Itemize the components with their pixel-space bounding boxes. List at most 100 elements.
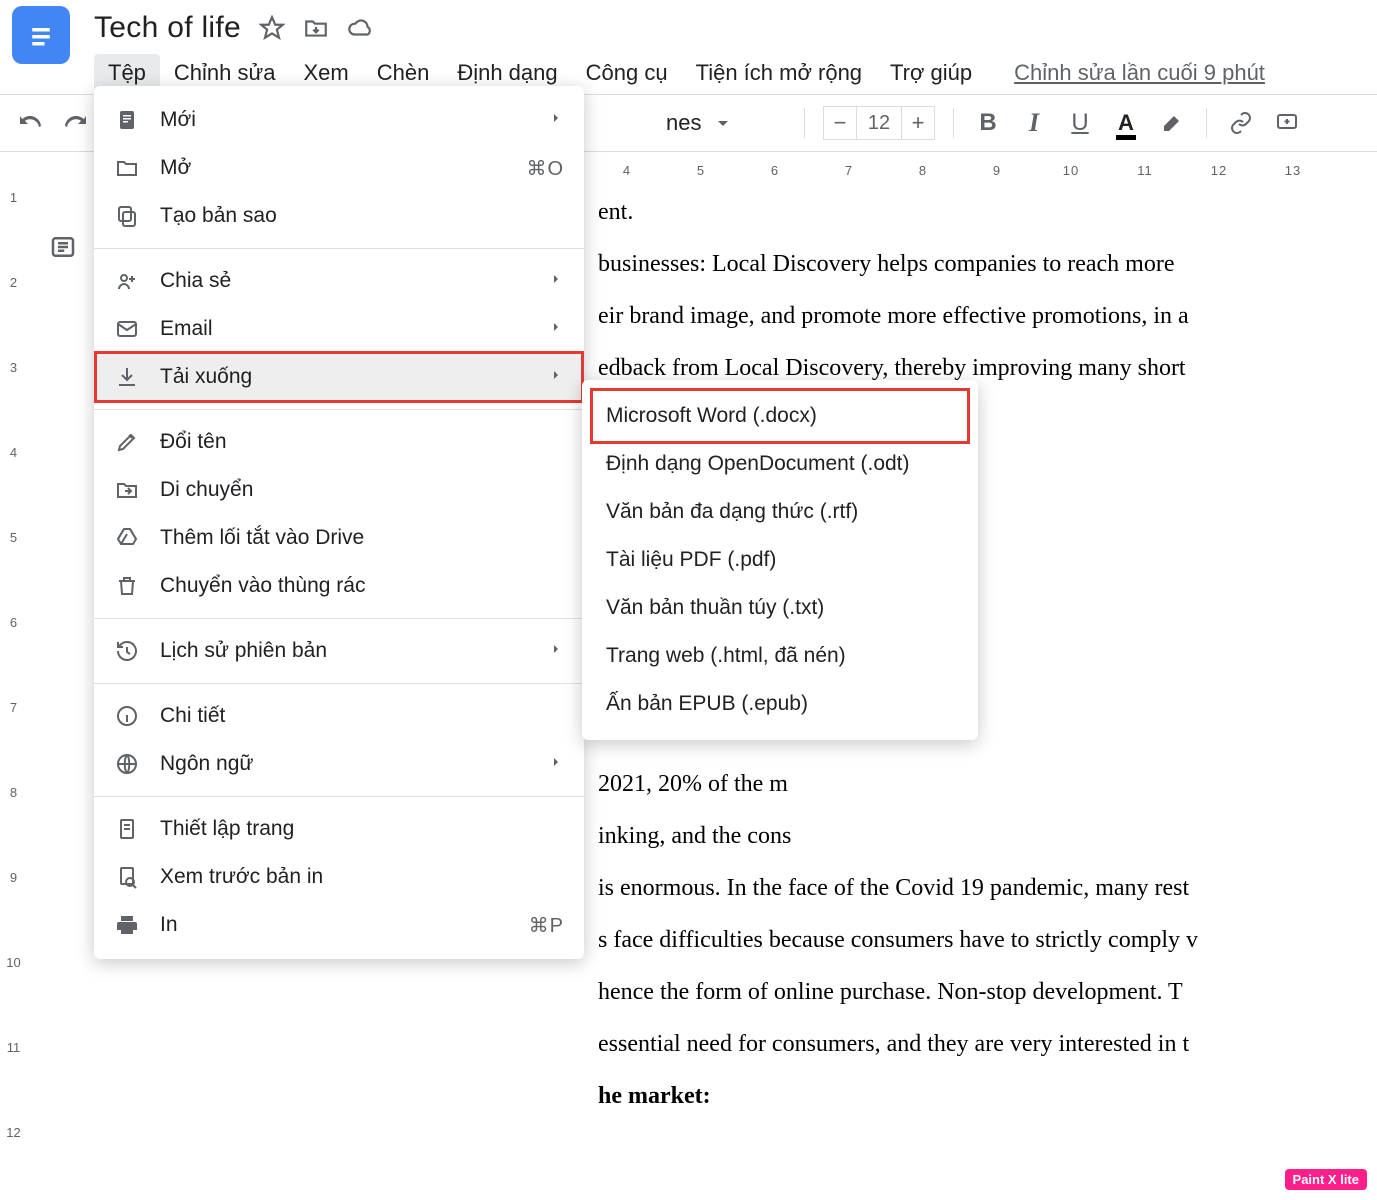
file-menu-chi-ti-t[interactable]: Chi tiết	[94, 692, 584, 740]
globe-icon	[114, 752, 140, 776]
dropdown-caret-icon	[711, 111, 735, 135]
download-option-microsoft-word-docx-[interactable]: Microsoft Word (.docx)	[582, 392, 978, 440]
move-to-folder-icon[interactable]	[303, 15, 329, 41]
rename-icon	[114, 430, 140, 454]
docs-logo[interactable]	[12, 6, 70, 64]
file-menu-in[interactable]: In⌘P	[94, 901, 584, 949]
separator	[804, 108, 805, 138]
submenu-arrow-icon	[548, 639, 564, 663]
shortcut-label: ⌘P	[529, 913, 564, 938]
download-option--n-b-n-epub-epub-[interactable]: Ấn bản EPUB (.epub)	[582, 680, 978, 728]
menu-item-label: Đổi tên	[160, 430, 564, 454]
underline-button[interactable]: U	[1064, 107, 1096, 139]
menu-item-label: Tạo bản sao	[160, 204, 564, 228]
cloud-status-icon[interactable]	[347, 15, 373, 41]
font-family-select[interactable]: nes	[666, 110, 786, 136]
star-icon[interactable]	[259, 15, 285, 41]
mail-icon	[114, 317, 140, 341]
redo-button[interactable]	[60, 107, 92, 139]
bold-button[interactable]: B	[972, 107, 1004, 139]
file-menu--i-t-n[interactable]: Đổi tên	[94, 418, 584, 466]
menu-item-label: Di chuyển	[160, 478, 564, 502]
document-outline-button[interactable]	[48, 232, 58, 265]
file-menu-thi-t-l-p-trang[interactable]: Thiết lập trang	[94, 805, 584, 853]
insert-comment-button[interactable]	[1271, 107, 1303, 139]
preview-icon	[114, 865, 140, 889]
download-icon	[114, 365, 140, 389]
download-option-v-n-b-n-a-d-ng-th-c-rtf-[interactable]: Văn bản đa dạng thức (.rtf)	[582, 488, 978, 536]
separator	[1206, 108, 1207, 138]
menu-divider	[94, 683, 584, 684]
submenu-item-label: Văn bản thuần túy (.txt)	[606, 596, 824, 620]
menu-item-label: Chuyển vào thùng rác	[160, 574, 564, 598]
menu-item-label: Chi tiết	[160, 704, 564, 728]
download-option-t-i-li-u-pdf-pdf-[interactable]: Tài liệu PDF (.pdf)	[582, 536, 978, 584]
undo-button[interactable]	[14, 107, 46, 139]
menu-công-cụ[interactable]: Công cụ	[572, 54, 682, 92]
info-icon	[114, 704, 140, 728]
download-option-trang-web-html-n-n-[interactable]: Trang web (.html, đã nén)	[582, 632, 978, 680]
print-icon	[114, 913, 140, 937]
highlight-button[interactable]	[1156, 107, 1188, 139]
doc-title[interactable]: Tech of life	[94, 11, 241, 45]
submenu-item-label: Định dạng OpenDocument (.odt)	[606, 452, 910, 476]
submenu-item-label: Tài liệu PDF (.pdf)	[606, 548, 776, 572]
file-menu-t-i-xu-ng[interactable]: Tải xuống	[94, 353, 584, 401]
watermark-badge: Paint X lite	[1285, 1169, 1367, 1190]
submenu-arrow-icon	[548, 752, 564, 776]
file-menu-chuy-n-v-o-th-ng-r-c[interactable]: Chuyển vào thùng rác	[94, 562, 584, 610]
share-icon	[114, 269, 140, 293]
menu-item-label: Lịch sử phiên bản	[160, 639, 528, 663]
file-menu-l-ch-s-phi-n-b-n[interactable]: Lịch sử phiên bản	[94, 627, 584, 675]
font-size-decrease[interactable]: −	[823, 106, 857, 140]
font-size-stepper[interactable]: − 12 +	[823, 106, 935, 140]
file-menu: Mới Mở ⌘O Tạo bản sao Chia sẻ Email Tải xuống Đ…	[94, 86, 584, 959]
file-menu-m-i[interactable]: Mới	[94, 96, 584, 144]
text-color-button[interactable]: A	[1110, 107, 1142, 139]
menu-item-label: Email	[160, 317, 528, 341]
menu-item-label: Thiết lập trang	[160, 817, 564, 841]
trash-icon	[114, 574, 140, 598]
file-menu-email[interactable]: Email	[94, 305, 584, 353]
menu-item-label: Xem trước bản in	[160, 865, 564, 889]
font-size-increase[interactable]: +	[901, 106, 935, 140]
file-menu-di-chuy-n[interactable]: Di chuyển	[94, 466, 584, 514]
move-icon	[114, 478, 140, 502]
menu-item-label: Tải xuống	[160, 365, 528, 389]
font-size-value[interactable]: 12	[857, 106, 901, 140]
submenu-item-label: Trang web (.html, đã nén)	[606, 644, 846, 668]
file-menu-t-o-b-n-sao[interactable]: Tạo bản sao	[94, 192, 584, 240]
shortcut-label: ⌘O	[526, 156, 564, 181]
page-icon	[114, 817, 140, 841]
submenu-arrow-icon	[548, 269, 564, 293]
history-icon	[114, 639, 140, 663]
menu-divider	[94, 618, 584, 619]
folder-icon	[114, 156, 140, 180]
submenu-arrow-icon	[548, 365, 564, 389]
submenu-item-label: Microsoft Word (.docx)	[606, 404, 817, 428]
submenu-item-label: Ấn bản EPUB (.epub)	[606, 692, 808, 716]
insert-link-button[interactable]	[1225, 107, 1257, 139]
file-menu-ng-n-ng-[interactable]: Ngôn ngữ	[94, 740, 584, 788]
menu-item-label: Mở	[160, 156, 506, 180]
last-edit-link[interactable]: Chỉnh sửa lần cuối 9 phút	[1014, 60, 1265, 86]
menu-tiện-ích-mở-rộng[interactable]: Tiện ích mở rộng	[682, 54, 876, 92]
submenu-arrow-icon	[548, 108, 564, 132]
download-option-v-n-b-n-thu-n-t-y-txt-[interactable]: Văn bản thuần túy (.txt)	[582, 584, 978, 632]
menu-item-label: Thêm lối tắt vào Drive	[160, 526, 564, 550]
file-menu-xem-tr-c-b-n-in[interactable]: Xem trước bản in	[94, 853, 584, 901]
drive-icon	[114, 526, 140, 550]
menu-divider	[94, 248, 584, 249]
vertical-ruler: 123456789101112	[0, 178, 28, 1178]
file-menu-m-[interactable]: Mở ⌘O	[94, 144, 584, 192]
download-submenu: Microsoft Word (.docx) Định dạng OpenDocu…	[582, 380, 978, 740]
menu-trợ-giúp[interactable]: Trợ giúp	[876, 54, 986, 92]
doc-icon	[114, 108, 140, 132]
font-name-visible: nes	[666, 110, 701, 136]
file-menu-th-m-l-i-t-t-v-o-drive[interactable]: Thêm lối tắt vào Drive	[94, 514, 584, 562]
download-option--nh-d-ng-opendocument-odt-[interactable]: Định dạng OpenDocument (.odt)	[582, 440, 978, 488]
italic-button[interactable]: I	[1018, 107, 1050, 139]
submenu-arrow-icon	[548, 317, 564, 341]
menu-item-label: Ngôn ngữ	[160, 752, 528, 776]
file-menu-chia-s-[interactable]: Chia sẻ	[94, 257, 584, 305]
